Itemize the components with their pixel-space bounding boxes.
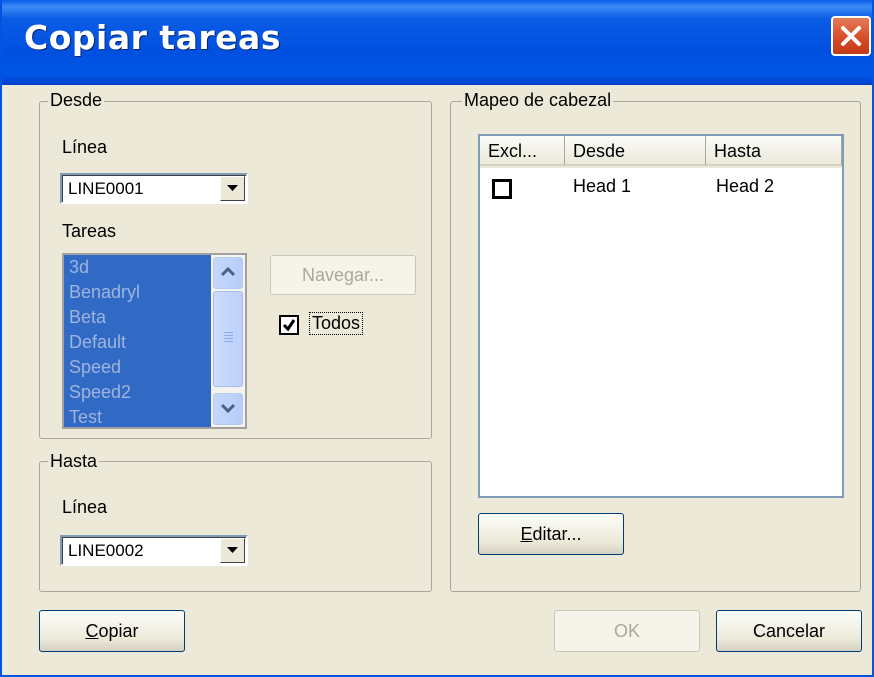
hasta-group-label: Hasta: [48, 451, 100, 472]
list-item[interactable]: Test: [69, 405, 209, 427]
todos-checkbox[interactable]: [279, 315, 299, 335]
window-title: Copiar tareas: [24, 18, 281, 57]
scroll-thumb[interactable]: [213, 291, 243, 387]
chevron-up-icon: [221, 267, 235, 277]
copiar-button-label: Copiar: [85, 621, 139, 641]
chevron-down-icon: [227, 547, 238, 553]
editar-button[interactable]: Editar...: [478, 513, 624, 555]
hasta-group: [39, 461, 432, 592]
hasta-linea-select[interactable]: LINE0002: [60, 535, 248, 566]
ok-button[interactable]: OK: [554, 610, 700, 652]
list-item[interactable]: Default: [69, 330, 209, 355]
tareas-label: Tareas: [62, 221, 117, 241]
hasta-linea-value: LINE0002: [68, 541, 144, 560]
column-header-excl[interactable]: Excl...: [480, 136, 565, 166]
chevron-down-icon: [227, 185, 238, 191]
tareas-list-items: 3d Benadryl Beta Default Speed Speed2 Test: [69, 255, 209, 427]
desde-linea-value: LINE0001: [68, 179, 144, 198]
scroll-up-button[interactable]: [213, 257, 243, 289]
list-item[interactable]: 3d: [69, 255, 209, 280]
row-hasta-cell: Head 2: [716, 176, 775, 196]
tareas-listbox[interactable]: 3d Benadryl Beta Default Speed Speed2 Test: [62, 253, 247, 429]
cancelar-button[interactable]: Cancelar: [716, 610, 862, 652]
todos-label[interactable]: Todos: [309, 312, 364, 335]
listview-header: Excl... Desde Hasta: [480, 136, 842, 168]
desde-linea-dropdown-button[interactable]: [220, 176, 245, 201]
tareas-scrollbar[interactable]: [211, 255, 245, 427]
close-icon: [841, 26, 861, 46]
hasta-linea-dropdown-button[interactable]: [220, 538, 245, 563]
editar-button-label: Editar...: [520, 524, 582, 544]
exclude-checkbox[interactable]: [492, 179, 512, 199]
close-button[interactable]: [831, 16, 871, 56]
head-mapping-listview[interactable]: Excl... Desde Hasta Head 1 Head 2: [478, 134, 844, 498]
desde-linea-label: Línea: [62, 137, 108, 157]
table-row[interactable]: Head 1 Head 2: [480, 174, 842, 202]
hasta-linea-label: Línea: [62, 497, 108, 517]
list-item[interactable]: Beta: [69, 305, 209, 330]
chevron-down-icon: [221, 403, 235, 413]
list-item[interactable]: Speed2: [69, 380, 209, 405]
column-header-hasta[interactable]: Hasta: [706, 136, 842, 166]
list-item[interactable]: Speed: [69, 355, 209, 380]
title-bar[interactable]: Copiar tareas: [2, 0, 872, 85]
desde-group-label: Desde: [48, 90, 105, 111]
mapeo-group-label: Mapeo de cabezal: [462, 90, 614, 111]
check-icon: [282, 319, 296, 332]
ok-button-label: OK: [613, 621, 640, 641]
scroll-down-button[interactable]: [213, 393, 243, 425]
navegar-button-label: Navegar...: [301, 265, 385, 285]
desde-linea-select[interactable]: LINE0001: [60, 173, 248, 204]
row-desde-cell: Head 1: [573, 176, 632, 196]
column-header-desde[interactable]: Desde: [565, 136, 706, 166]
copiar-tareas-dialog: Copiar tareas Desde Línea LINE0001 Tarea…: [0, 0, 874, 677]
cancelar-button-label: Cancelar: [752, 621, 826, 641]
copiar-button[interactable]: Copiar: [39, 610, 185, 652]
list-item[interactable]: Benadryl: [69, 280, 209, 305]
navegar-button[interactable]: Navegar...: [270, 255, 416, 295]
